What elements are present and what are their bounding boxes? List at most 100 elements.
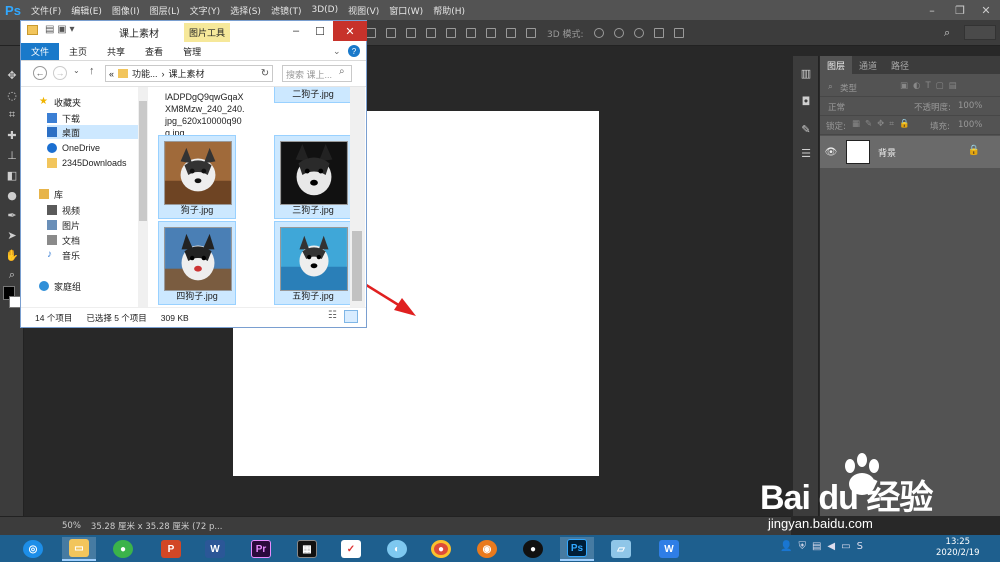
eraser-tool-icon[interactable]: ◧: [5, 168, 19, 182]
taskbar-premiere[interactable]: Pr: [244, 537, 278, 561]
history-panel-icon[interactable]: ▥: [799, 66, 813, 80]
zoom-level[interactable]: 50%: [62, 521, 81, 531]
help-icon[interactable]: ?: [348, 45, 360, 57]
layer-filter-select[interactable]: 类型: [840, 82, 857, 94]
taskbar-browser[interactable]: ◉: [470, 537, 504, 561]
nav-onedrive[interactable]: OneDrive: [47, 141, 100, 155]
ps-restore-button[interactable]: ❐: [946, 0, 974, 20]
breadcrumb-current[interactable]: 课上素材: [169, 67, 205, 80]
taskbar-qq-browser[interactable]: ◐: [380, 537, 414, 561]
minimize-button[interactable]: –: [283, 21, 309, 41]
3d-roll-icon[interactable]: [614, 28, 624, 38]
menu-help[interactable]: 帮助(H): [428, 4, 470, 17]
align-right-icon[interactable]: [466, 28, 476, 38]
ps-minimize-button[interactable]: –: [918, 0, 946, 20]
healing-brush-icon[interactable]: ✚: [5, 128, 19, 142]
nav-documents[interactable]: 文档: [47, 233, 80, 247]
nav-videos[interactable]: 视频: [47, 203, 80, 217]
taskbar-explorer[interactable]: ▭: [62, 537, 96, 561]
move-tool-icon[interactable]: ✥: [5, 68, 19, 82]
3d-scale-icon[interactable]: [674, 28, 684, 38]
menu-view[interactable]: 视图(V): [343, 4, 384, 17]
taskbar-qq[interactable]: ●: [516, 537, 550, 561]
tab-paths[interactable]: 路径: [884, 56, 916, 74]
details-view-icon[interactable]: ☷: [328, 310, 337, 321]
file-scroll-thumb[interactable]: [352, 231, 362, 301]
menu-layer[interactable]: 图层(L): [145, 4, 185, 17]
3d-pan-icon[interactable]: [634, 28, 644, 38]
battery-icon[interactable]: ▭: [841, 541, 850, 552]
taskbar-wps-writer[interactable]: W: [652, 537, 686, 561]
menu-image[interactable]: 图像(I): [107, 4, 145, 17]
lasso-tool-icon[interactable]: ◌: [5, 88, 19, 102]
file-long-name[interactable]: lADPDgQ9qwGqaXXM8Mzw_240_240.jpg_620x100…: [165, 91, 245, 139]
search-icon[interactable]: ⌕: [339, 66, 345, 77]
search-icon[interactable]: ⌕: [944, 26, 950, 40]
nav-downloads[interactable]: 下载: [47, 111, 80, 125]
layer-name[interactable]: 背景: [878, 146, 896, 159]
up-arrow-icon[interactable]: ↑: [89, 65, 95, 77]
tab-view[interactable]: 查看: [135, 43, 173, 60]
crop-tool-icon[interactable]: ⌗: [5, 108, 19, 122]
align-left-icon[interactable]: [426, 28, 436, 38]
align-hcenter-icon[interactable]: [446, 28, 456, 38]
quick-access-toolbar-icons[interactable]: ▤ ▣ ▾: [45, 24, 74, 35]
forward-arrow-icon[interactable]: →: [53, 66, 67, 80]
file-item-sandogzi[interactable]: 三狗子.jpg: [274, 135, 352, 219]
tab-file[interactable]: 文件: [21, 43, 60, 60]
file-item-wudogzi[interactable]: 五狗子.jpg: [274, 221, 352, 305]
refresh-icon[interactable]: ↻: [258, 66, 272, 80]
taskbar-chrome[interactable]: ●: [424, 537, 458, 561]
nav-homegroup[interactable]: 家庭组: [39, 279, 81, 293]
tab-home[interactable]: 主页: [59, 43, 97, 60]
align-top-icon[interactable]: [366, 28, 376, 38]
security-icon[interactable]: ⛨: [798, 541, 806, 552]
address-box[interactable]: « 功能... › 课上素材: [105, 65, 273, 82]
taskbar-notepad[interactable]: ▱: [604, 537, 638, 561]
tab-manage[interactable]: 管理: [173, 43, 211, 60]
align-bottom-icon[interactable]: [406, 28, 416, 38]
workspace-select[interactable]: [964, 25, 996, 40]
menu-type[interactable]: 文字(Y): [185, 4, 226, 17]
taskbar-360[interactable]: ◎: [16, 537, 50, 561]
layer-background-row[interactable]: 👁 背景 🔒: [820, 136, 1000, 168]
nav-pictures[interactable]: 图片: [47, 218, 80, 232]
nav-music[interactable]: ♪ 音乐: [47, 248, 80, 262]
nav-favorites[interactable]: ★ 收藏夹: [39, 95, 81, 109]
menu-3d[interactable]: 3D(D): [306, 5, 343, 15]
nav-scroll-thumb[interactable]: [139, 101, 147, 221]
brush-panel-icon[interactable]: ✎: [799, 122, 813, 136]
network-icon[interactable]: ▤: [812, 541, 821, 552]
ribbon-expand-icon[interactable]: ⌄: [333, 46, 341, 57]
distribute-bottom-icon[interactable]: [526, 28, 536, 38]
tab-share[interactable]: 共享: [97, 43, 135, 60]
3d-slide-icon[interactable]: [654, 28, 664, 38]
opacity-field[interactable]: 100%: [958, 101, 982, 111]
hand-tool-icon[interactable]: ✋: [5, 248, 19, 262]
taskbar-photoshop[interactable]: Ps: [560, 537, 594, 561]
blend-mode-select[interactable]: 正常: [828, 101, 845, 113]
volume-icon[interactable]: ◀: [827, 541, 835, 552]
file-item-erdogzi[interactable]: 二狗子.jpg: [274, 87, 352, 103]
distribute-center-icon[interactable]: [506, 28, 516, 38]
taskbar-powerpoint[interactable]: P: [154, 537, 188, 561]
ime-icon[interactable]: S: [857, 541, 863, 552]
stamp-tool-icon[interactable]: ⊥: [5, 148, 19, 162]
properties-panel-icon[interactable]: ◘: [799, 94, 813, 108]
taskbar-word[interactable]: W: [198, 537, 232, 561]
zoom-tool-icon[interactable]: ⌕: [5, 268, 19, 282]
taskbar-wps[interactable]: ✓: [334, 537, 368, 561]
align-vcenter-icon[interactable]: [386, 28, 396, 38]
blur-tool-icon[interactable]: ●: [5, 188, 19, 202]
recent-locations-icon[interactable]: ⌄: [73, 66, 80, 75]
close-button[interactable]: ✕: [333, 21, 367, 41]
file-item-sidogzi[interactable]: 四狗子.jpg: [158, 221, 236, 305]
3d-rotate-icon[interactable]: [594, 28, 604, 38]
adjustments-panel-icon[interactable]: ☰: [799, 146, 813, 160]
lock-icons[interactable]: ▦✎✥⌗🔒: [852, 119, 915, 129]
file-item-dogzi[interactable]: 狗子.jpg: [158, 135, 236, 219]
filter-type-icons[interactable]: ▣◐T▢▤: [900, 81, 962, 91]
ps-close-button[interactable]: ✕: [972, 0, 1000, 20]
people-icon[interactable]: 👤: [780, 541, 792, 552]
path-select-icon[interactable]: ➤: [5, 228, 19, 242]
